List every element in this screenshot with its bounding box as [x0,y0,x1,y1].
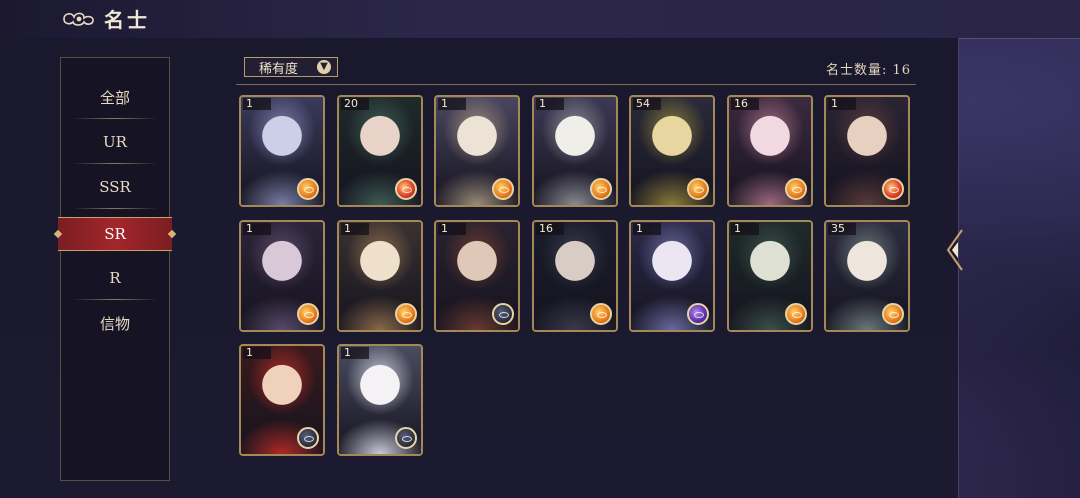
sidebar-item-sr[interactable]: SR [53,217,177,251]
element-badge-icon [297,427,319,449]
divider [236,84,916,85]
sidebar-item-label: R [109,269,121,287]
element-badge-icon [785,178,807,200]
character-card[interactable]: 1 [532,95,618,207]
sidebar-item-ssr[interactable]: SSR [72,165,158,209]
sidebar-item-token[interactable]: 信物 [72,301,158,345]
element-badge-icon [492,178,514,200]
card-level: 1 [828,98,856,110]
element-badge-icon [882,178,904,200]
card-level: 1 [536,98,564,110]
card-level: 1 [341,347,369,359]
card-level: 1 [243,347,271,359]
element-badge-icon [687,178,709,200]
character-card[interactable]: 1 [629,220,715,332]
card-level: 1 [243,223,271,235]
character-card[interactable]: 54 [629,95,715,207]
character-card[interactable]: 1 [239,95,325,207]
card-level: 20 [341,98,369,110]
character-card[interactable]: 1 [824,95,910,207]
sidebar-item-label: SSR [99,178,131,196]
character-count: 名士数量: 16 [826,63,912,78]
card-level: 1 [243,98,271,110]
character-card[interactable]: 1 [727,220,813,332]
element-badge-icon [395,303,417,325]
card-level: 1 [731,223,759,235]
card-level: 16 [536,223,564,235]
top-bar: 名士 [0,0,1080,39]
element-badge-icon [297,178,319,200]
element-badge-icon [395,178,417,200]
sidebar-item-label: 信物 [99,314,130,333]
card-level: 54 [633,98,661,110]
character-card[interactable]: 20 [337,95,423,207]
card-level: 1 [341,223,369,235]
sidebar-item-ur[interactable]: UR [72,120,158,164]
sidebar-item-label: SR [104,225,126,243]
element-badge-icon [687,303,709,325]
element-badge-icon [492,303,514,325]
element-badge-icon [882,303,904,325]
card-level: 16 [731,98,759,110]
sidebar-item-r[interactable]: R [72,256,158,300]
card-level: 35 [828,223,856,235]
element-badge-icon [395,427,417,449]
character-card[interactable]: 1 [434,95,520,207]
page-title: 名士 [104,8,150,32]
filter-label: 稀有度 [259,61,299,77]
sidebar-item-all[interactable]: 全部 [72,75,158,119]
element-badge-icon [590,303,612,325]
character-card[interactable]: 35 [824,220,910,332]
character-card[interactable]: 1 [239,344,325,456]
element-badge-icon [785,303,807,325]
sidebar-item-label: UR [103,133,127,151]
character-card[interactable]: 1 [337,344,423,456]
character-card[interactable]: 1 [239,220,325,332]
character-card[interactable]: 1 [337,220,423,332]
cloud-emblem-icon [63,12,94,26]
card-level: 1 [438,98,466,110]
arrow-left-icon[interactable] [944,228,964,272]
card-level: 1 [438,223,466,235]
rarity-filter-dropdown[interactable]: 稀有度 ▼ [244,57,338,77]
element-badge-icon [297,303,319,325]
sidebar-item-label: 全部 [99,88,130,107]
character-card[interactable]: 16 [727,95,813,207]
element-badge-icon [590,178,612,200]
character-card[interactable]: 1 [434,220,520,332]
chevron-down-icon: ▼ [317,60,331,74]
card-level: 1 [633,223,661,235]
character-card[interactable]: 16 [532,220,618,332]
